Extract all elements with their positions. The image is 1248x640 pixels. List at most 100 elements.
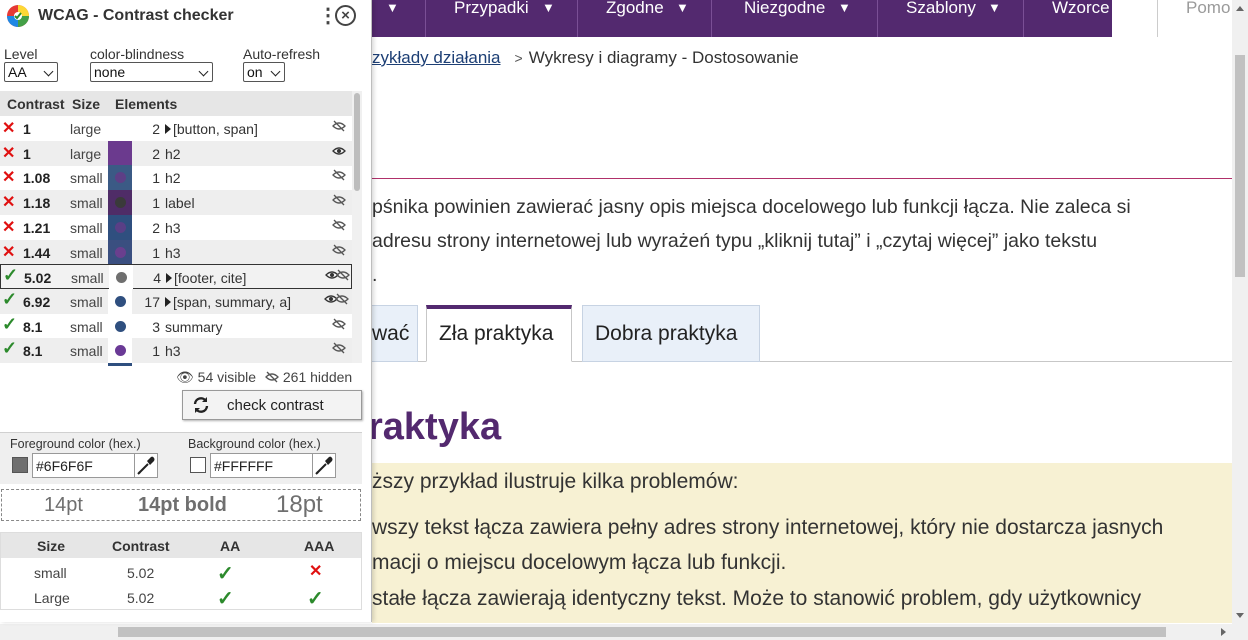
table-row[interactable]: ✕ 1.21 small 2 h3 — [0, 214, 352, 240]
color-wheel-logo-icon — [7, 5, 29, 27]
foreground-swatch — [12, 457, 28, 473]
table-row[interactable]: ✓ 8.1 small 3 summary — [0, 313, 352, 339]
eye-icon[interactable] — [326, 144, 350, 162]
contrast-ratio: 1 — [23, 121, 31, 137]
column-header-contrast[interactable]: Contrast — [7, 96, 65, 112]
checkmark-icon: ✓ — [217, 563, 234, 585]
eye-mixed-icon[interactable] — [325, 268, 351, 286]
element-list[interactable]: [button, span] — [165, 121, 258, 137]
element-list[interactable]: [span, summary, a] — [165, 294, 291, 310]
element-names: [footer, cite] — [174, 270, 247, 287]
scroll-down-arrow-icon[interactable] — [1236, 613, 1244, 618]
element-count: 2 — [152, 145, 160, 162]
table-row[interactable]: ✓ 8.1 small 1 h3 — [0, 338, 352, 364]
cross-icon: ✕ — [2, 144, 16, 162]
nav-item-szablony[interactable]: Szablony ▼ — [878, 0, 1024, 37]
scroll-up-arrow-icon[interactable] — [1236, 6, 1244, 11]
background-color-label: Background color (hex.) — [188, 437, 321, 451]
element-list: h3 — [165, 343, 181, 359]
nav-item-przypadki[interactable]: Przypadki ▼ — [426, 0, 578, 37]
page-horizontal-scrollbar[interactable] — [0, 624, 1248, 640]
foreground-color-dot — [115, 221, 126, 233]
cross-icon: ✕ — [2, 218, 16, 236]
color-swatch — [108, 165, 132, 191]
table-row[interactable]: ✓ 6.92 small 17 [span, summary, a] — [0, 288, 352, 314]
color-swatch — [108, 116, 132, 141]
table-row[interactable]: ✕ 1 large 2 h2 — [0, 140, 352, 166]
expand-triangle-icon[interactable] — [165, 296, 171, 307]
nav-item-wzorce[interactable]: Wzorce▼ — [1024, 0, 1112, 37]
table-row[interactable]: ✕ 1.08 small 1 h2 — [0, 165, 352, 191]
color-swatch — [108, 313, 132, 339]
hidden-count[interactable]: 261 hidden — [265, 369, 352, 385]
table-row[interactable]: ✕ 1.18 small 1 label — [0, 190, 352, 216]
example-intro: ższy przykład ilustruje kilka problemów: — [372, 470, 739, 493]
background-color-input[interactable]: #FFFFFF — [210, 453, 314, 478]
element-count: 1 — [152, 170, 160, 187]
more-options-icon[interactable]: ⋮ — [318, 5, 338, 27]
scrollbar-thumb[interactable] — [354, 93, 360, 191]
expand-triangle-icon[interactable] — [166, 273, 172, 284]
color-swatch — [108, 140, 132, 166]
element-names: h2 — [165, 145, 181, 162]
page-vertical-scrollbar[interactable] — [1232, 0, 1248, 624]
color-swatch — [108, 338, 132, 364]
level-select[interactable]: AA — [4, 62, 58, 82]
check-contrast-button[interactable]: check contrast — [182, 390, 362, 420]
panel-title: WCAG - Contrast checker — [38, 7, 234, 24]
table-scrollbar[interactable] — [352, 91, 362, 363]
element-names: [button, span] — [173, 121, 258, 137]
scrollbar-thumb[interactable] — [1235, 55, 1245, 277]
contrast-ratio: 8.1 — [23, 318, 43, 335]
compliance-results: Size Contrast AA AAA small 5.02 ✓ ✕ Large 5.0… — [0, 532, 362, 610]
auto-refresh-select[interactable]: on — [243, 62, 285, 82]
table-row[interactable]: ✓ 5.02 small 4 [footer, cite] — [0, 264, 352, 291]
visible-count[interactable]: 👁︎ 54 visible — [176, 369, 256, 386]
foreground-color-input[interactable]: #6F6F6F — [32, 453, 136, 478]
eye-slash-icon[interactable] — [326, 341, 350, 359]
breadcrumb-link[interactable]: zykłady działania — [372, 48, 501, 67]
contrast-ratio: 1 — [23, 145, 31, 162]
results-header-aa: AA — [220, 538, 241, 554]
contrast-ratio: 1.44 — [23, 244, 51, 261]
checkmark-icon: ✓ — [3, 265, 19, 286]
background-swatch — [190, 457, 206, 473]
element-names: h3 — [165, 343, 181, 360]
tab-good-practice[interactable]: Dobra praktyka — [582, 305, 760, 362]
element-count: 1 — [152, 244, 160, 261]
table-row[interactable]: ✕ 1 large 2 [button, span] — [0, 116, 352, 141]
eyedropper-icon[interactable] — [134, 453, 158, 478]
preview-bold: 14pt bold — [138, 494, 227, 516]
eye-slash-icon[interactable] — [326, 193, 350, 211]
intro-paragraph: pśnika powinien zawierać jasny opis miej… — [372, 190, 1232, 292]
color-swatch — [108, 239, 132, 265]
scrollbar-thumb[interactable] — [118, 627, 1166, 637]
divider — [372, 178, 1232, 179]
nav-item-niezgodne[interactable]: Niezgodne ▼ — [712, 0, 878, 37]
tab-bad-practice[interactable]: Zła praktyka — [426, 305, 572, 362]
tab-partial[interactable]: wać — [372, 305, 418, 362]
table-row[interactable]: ✕ 1.44 small 1 h3 — [0, 239, 352, 265]
eye-slash-icon[interactable] — [326, 317, 350, 335]
eye-slash-icon[interactable] — [326, 243, 350, 261]
foreground-color-dot — [115, 246, 126, 258]
eye-slash-icon[interactable] — [326, 119, 350, 137]
example-line: macji o miejscu docelowym łącza lub funk… — [372, 551, 787, 574]
text-size: small — [70, 293, 103, 310]
nav-item-help[interactable]: Pomo — [1157, 0, 1232, 37]
column-header-size[interactable]: Size — [72, 96, 100, 112]
results-header-contrast: Contrast — [112, 538, 170, 554]
expand-triangle-icon[interactable] — [165, 124, 171, 134]
eye-slash-icon[interactable] — [326, 168, 350, 186]
scroll-right-arrow-icon[interactable] — [1221, 628, 1226, 636]
element-list[interactable]: [footer, cite] — [166, 270, 246, 286]
nav-item-zgodne[interactable]: Zgodne ▼ — [578, 0, 712, 37]
color-blindness-select[interactable]: none — [90, 62, 213, 82]
chevron-down-icon: ▼ — [542, 0, 555, 15]
contrast-ratio: 8.1 — [23, 343, 43, 360]
close-button[interactable]: × — [335, 5, 356, 26]
eye-slash-icon[interactable] — [326, 218, 350, 236]
column-header-elements[interactable]: Elements — [115, 96, 177, 112]
eye-mixed-icon[interactable] — [324, 292, 350, 310]
eyedropper-icon[interactable] — [312, 453, 336, 478]
